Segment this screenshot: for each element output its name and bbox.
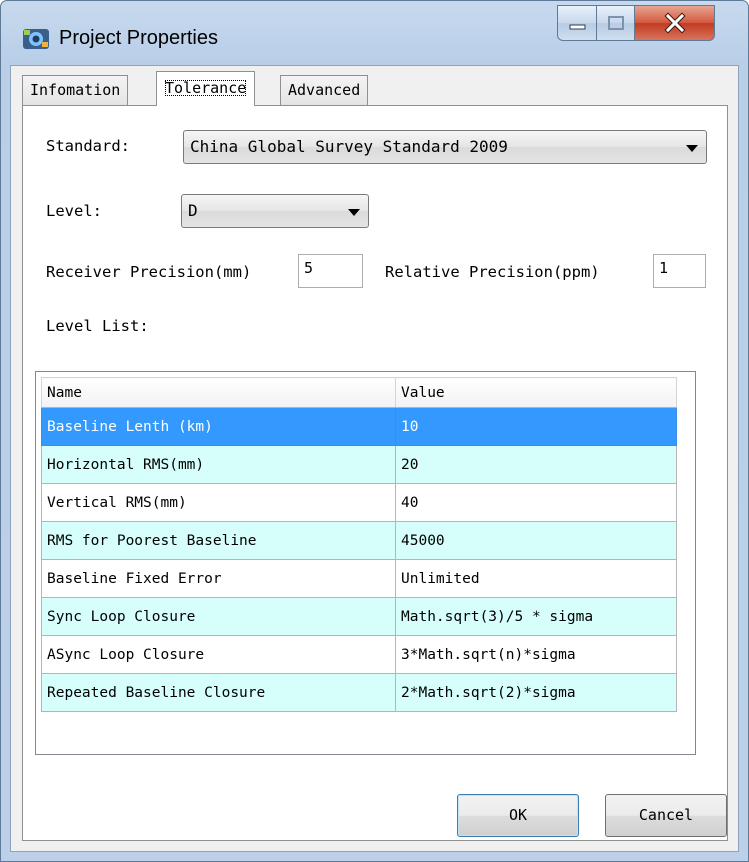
row-name: Horizontal RMS(mm) <box>41 445 396 484</box>
column-header-name[interactable]: Name <box>41 377 396 408</box>
maximize-button[interactable] <box>597 5 635 41</box>
row-name: RMS for Poorest Baseline <box>41 521 396 560</box>
window-title: Project Properties <box>59 27 218 49</box>
table-row[interactable]: ASync Loop Closure 3*Math.sqrt(n)*sigma <box>41 635 677 674</box>
row-value: 3*Math.sqrt(n)*sigma <box>395 635 677 674</box>
project-icon <box>23 29 49 49</box>
minimize-icon <box>569 24 586 30</box>
table-row[interactable]: Baseline Lenth (km) 10 <box>41 407 677 446</box>
level-list[interactable]: Name Value Baseline Lenth (km) 10 Horizo… <box>35 371 696 755</box>
minimize-button[interactable] <box>557 5 597 41</box>
standard-dropdown[interactable]: China Global Survey Standard 2009 <box>183 130 707 164</box>
ok-button[interactable]: OK <box>457 794 579 837</box>
receiver-precision-label: Receiver Precision(mm) <box>46 263 252 281</box>
row-name: Baseline Lenth (km) <box>41 407 396 446</box>
standard-value: China Global Survey Standard 2009 <box>190 137 508 156</box>
column-header-value[interactable]: Value <box>395 377 677 408</box>
relative-precision-input[interactable]: 1 <box>653 254 706 288</box>
receiver-precision-value: 5 <box>304 259 314 277</box>
relative-precision-value: 1 <box>659 259 669 277</box>
table-header-row: Name Value <box>41 377 677 408</box>
row-name: ASync Loop Closure <box>41 635 396 674</box>
tab-advanced[interactable]: Advanced <box>280 75 369 105</box>
tab-information[interactable]: Infomation <box>22 75 129 105</box>
row-name: Vertical RMS(mm) <box>41 483 396 522</box>
tab-tolerance[interactable]: Tolerance <box>156 71 256 106</box>
receiver-precision-input[interactable]: 5 <box>298 254 363 288</box>
relative-precision-label: Relative Precision(ppm) <box>385 263 600 281</box>
row-value: 40 <box>395 483 677 522</box>
maximize-icon <box>608 16 624 30</box>
row-value: 20 <box>395 445 677 484</box>
level-value: D <box>188 201 198 220</box>
table-row[interactable]: Baseline Fixed Error Unlimited <box>41 559 677 598</box>
table-row[interactable]: RMS for Poorest Baseline 45000 <box>41 521 677 560</box>
row-value: Unlimited <box>395 559 677 598</box>
row-value: 2*Math.sqrt(2)*sigma <box>395 673 677 712</box>
tab-tolerance-label: Tolerance <box>165 79 247 97</box>
row-name: Repeated Baseline Closure <box>41 673 396 712</box>
table-row[interactable]: Vertical RMS(mm) 40 <box>41 483 677 522</box>
level-list-label: Level List: <box>46 317 149 335</box>
close-icon <box>664 12 686 34</box>
level-table: Name Value Baseline Lenth (km) 10 Horizo… <box>41 377 677 712</box>
row-name: Baseline Fixed Error <box>41 559 396 598</box>
level-label: Level: <box>46 202 102 220</box>
close-button[interactable] <box>635 5 715 41</box>
level-dropdown[interactable]: D <box>181 194 369 228</box>
title-bar[interactable]: Project Properties <box>1 1 748 65</box>
row-value: 10 <box>395 407 677 446</box>
table-row[interactable]: Sync Loop Closure Math.sqrt(3)/5 * sigma <box>41 597 677 636</box>
chevron-down-icon <box>686 145 698 152</box>
table-row[interactable]: Horizontal RMS(mm) 20 <box>41 445 677 484</box>
chevron-down-icon <box>348 209 360 216</box>
standard-label: Standard: <box>46 137 130 155</box>
table-row[interactable]: Repeated Baseline Closure 2*Math.sqrt(2)… <box>41 673 677 712</box>
project-properties-window: Project Properties Infomation Tolerance … <box>0 0 749 862</box>
row-name: Sync Loop Closure <box>41 597 396 636</box>
row-value: 45000 <box>395 521 677 560</box>
row-value: Math.sqrt(3)/5 * sigma <box>395 597 677 636</box>
cancel-button[interactable]: Cancel <box>605 794 727 837</box>
